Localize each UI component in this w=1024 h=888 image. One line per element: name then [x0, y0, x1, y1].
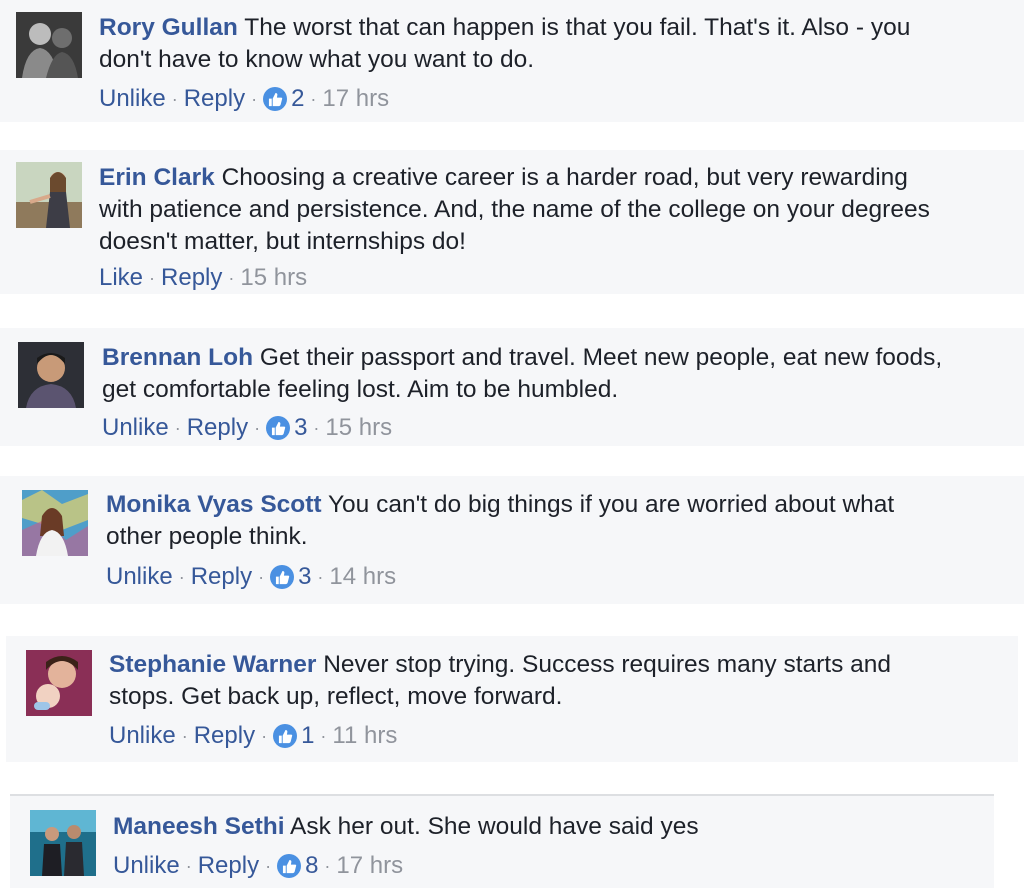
- like-count[interactable]: 1: [301, 720, 314, 752]
- separator-dot: ·: [251, 89, 258, 109]
- like-count[interactable]: 3: [298, 561, 311, 593]
- avatar[interactable]: [26, 650, 92, 716]
- separator-dot: ·: [310, 89, 317, 109]
- avatar[interactable]: [22, 490, 88, 556]
- reply-button[interactable]: Reply: [191, 561, 252, 593]
- comment-actions: Unlike · Reply · 3 · 15 hrs: [102, 412, 392, 444]
- reply-button[interactable]: Reply: [187, 412, 248, 444]
- thumbs-up-icon[interactable]: [263, 87, 288, 111]
- like-count[interactable]: 8: [305, 850, 318, 882]
- comment-body: Stephanie Warner Never stop trying. Succ…: [109, 649, 999, 713]
- thumbs-up-icon[interactable]: [270, 565, 295, 589]
- avatar-image: [18, 342, 84, 408]
- separator-dot: ·: [228, 268, 235, 288]
- comment-actions: Unlike · Reply · 3 · 14 hrs: [106, 561, 396, 593]
- reply-button[interactable]: Reply: [184, 83, 245, 115]
- comment-timestamp[interactable]: 14 hrs: [329, 561, 396, 593]
- separator-dot: ·: [254, 418, 261, 438]
- comment: Rory Gullan The worst that can happen is…: [0, 0, 1024, 122]
- avatar-image: [30, 810, 96, 876]
- separator-dot: ·: [171, 89, 178, 109]
- separator-dot: ·: [181, 726, 188, 746]
- comment-timestamp[interactable]: 11 hrs: [332, 720, 397, 752]
- avatar[interactable]: [16, 12, 82, 78]
- reply-button[interactable]: Reply: [161, 262, 222, 294]
- comment: Brennan Loh Get their passport and trave…: [0, 328, 1024, 446]
- avatar-image: [16, 12, 82, 78]
- separator-dot: ·: [149, 268, 156, 288]
- separator-dot: ·: [178, 567, 185, 587]
- separator-dot: ·: [258, 567, 265, 587]
- comment-text: Choosing a creative career is a harder r…: [99, 164, 930, 255]
- comment-author[interactable]: Monika Vyas Scott: [106, 491, 322, 518]
- comment-body: Brennan Loh Get their passport and trave…: [102, 342, 1002, 406]
- reply-button[interactable]: Reply: [194, 720, 255, 752]
- separator-dot: ·: [261, 726, 268, 746]
- thumbs-up-icon[interactable]: [266, 416, 291, 440]
- unlike-button[interactable]: Unlike: [109, 720, 176, 752]
- unlike-button[interactable]: Unlike: [102, 412, 169, 444]
- thumbs-up-icon[interactable]: [273, 724, 298, 748]
- comment-author[interactable]: Stephanie Warner: [109, 651, 316, 678]
- separator-dot: ·: [265, 856, 272, 876]
- comment-author[interactable]: Maneesh Sethi: [113, 813, 285, 840]
- comment-timestamp[interactable]: 17 hrs: [322, 83, 389, 115]
- comment-timestamp[interactable]: 15 hrs: [240, 262, 307, 294]
- comment-author[interactable]: Brennan Loh: [102, 344, 253, 371]
- like-button[interactable]: Like: [99, 262, 143, 294]
- separator-dot: ·: [324, 856, 331, 876]
- comment-author[interactable]: Rory Gullan: [99, 14, 238, 41]
- unlike-button[interactable]: Unlike: [106, 561, 173, 593]
- separator-dot: ·: [313, 418, 320, 438]
- like-count[interactable]: 2: [291, 83, 304, 115]
- avatar[interactable]: [30, 810, 96, 876]
- comment-text: Ask her out. She would have said yes: [290, 813, 699, 840]
- comment-body: Rory Gullan The worst that can happen is…: [99, 12, 999, 76]
- comment: Stephanie Warner Never stop trying. Succ…: [6, 636, 1018, 762]
- separator-dot: ·: [174, 418, 181, 438]
- comment-timestamp[interactable]: 17 hrs: [336, 850, 403, 882]
- comment-actions: Like · Reply · 15 hrs: [99, 262, 307, 294]
- like-count[interactable]: 3: [294, 412, 307, 444]
- comment-body: Erin Clark Choosing a creative career is…: [99, 162, 999, 258]
- comment-actions: Unlike · Reply · 8 · 17 hrs: [113, 850, 403, 882]
- comment-author[interactable]: Erin Clark: [99, 164, 215, 191]
- separator-dot: ·: [317, 567, 324, 587]
- unlike-button[interactable]: Unlike: [113, 850, 180, 882]
- comment-body: Monika Vyas Scott You can't do big thing…: [106, 489, 1006, 553]
- comment-actions: Unlike · Reply · 2 · 17 hrs: [99, 83, 389, 115]
- avatar[interactable]: [16, 162, 82, 228]
- comment: Maneesh Sethi Ask her out. She would hav…: [10, 794, 994, 888]
- unlike-button[interactable]: Unlike: [99, 83, 166, 115]
- comment-actions: Unlike · Reply · 1 · 11 hrs: [109, 720, 397, 752]
- avatar-image: [22, 490, 88, 556]
- separator-dot: ·: [185, 856, 192, 876]
- comment-timestamp[interactable]: 15 hrs: [325, 412, 392, 444]
- reply-button[interactable]: Reply: [198, 850, 259, 882]
- comment: Erin Clark Choosing a creative career is…: [0, 150, 1024, 294]
- comment-body: Maneesh Sethi Ask her out. She would hav…: [113, 811, 973, 843]
- separator-dot: ·: [320, 726, 327, 746]
- avatar[interactable]: [18, 342, 84, 408]
- avatar-image: [16, 162, 82, 228]
- thumbs-up-icon[interactable]: [277, 854, 302, 878]
- avatar-image: [26, 650, 92, 716]
- comment: Monika Vyas Scott You can't do big thing…: [0, 476, 1024, 604]
